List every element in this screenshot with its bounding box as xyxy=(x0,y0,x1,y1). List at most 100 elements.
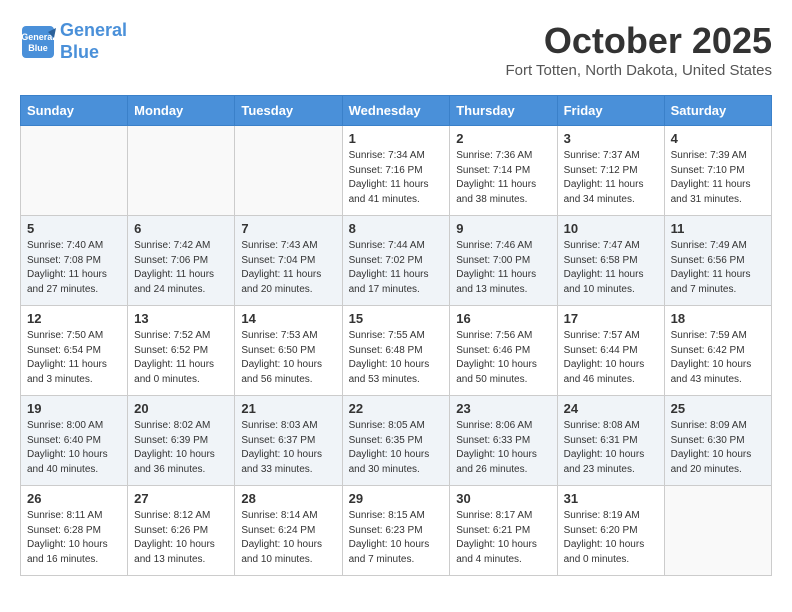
weekday-header-saturday: Saturday xyxy=(664,96,771,126)
day-number: 24 xyxy=(564,401,658,416)
day-number: 2 xyxy=(456,131,550,146)
day-number: 3 xyxy=(564,131,658,146)
day-number: 15 xyxy=(349,311,444,326)
calendar-cell: 26 Sunrise: 8:11 AM Sunset: 6:28 PM Dayli… xyxy=(21,486,128,576)
location-title: Fort Totten, North Dakota, United States xyxy=(505,62,772,79)
weekday-header-sunday: Sunday xyxy=(21,96,128,126)
day-number: 10 xyxy=(564,221,658,236)
day-number: 18 xyxy=(671,311,765,326)
calendar-cell: 27 Sunrise: 8:12 AM Sunset: 6:26 PM Dayli… xyxy=(128,486,235,576)
cell-details: Sunrise: 7:59 AM Sunset: 6:42 PM Dayligh… xyxy=(671,329,765,387)
day-number: 9 xyxy=(456,221,550,236)
weekday-header-friday: Friday xyxy=(557,96,664,126)
cell-details: Sunrise: 8:09 AM Sunset: 6:30 PM Dayligh… xyxy=(671,419,765,477)
day-number: 26 xyxy=(27,491,121,506)
day-number: 11 xyxy=(671,221,765,236)
cell-details: Sunrise: 7:52 AM Sunset: 6:52 PM Dayligh… xyxy=(134,329,228,387)
calendar-week-row: 19Sunrise: 8:00 AM Sunset: 6:40 PM Dayli… xyxy=(21,396,772,486)
cell-details: Sunrise: 7:40 AM Sunset: 7:08 PM Dayligh… xyxy=(27,239,121,297)
cell-details: Sunrise: 7:42 AM Sunset: 7:06 PM Dayligh… xyxy=(134,239,228,297)
day-number: 14 xyxy=(241,311,335,326)
calendar-cell: 20Sunrise: 8:02 AM Sunset: 6:39 PM Dayli… xyxy=(128,396,235,486)
calendar-cell: 18 Sunrise: 7:59 AM Sunset: 6:42 PM Dayli… xyxy=(664,306,771,396)
title-block: October 2025 Fort Totten, North Dakota, … xyxy=(505,20,772,79)
day-number: 31 xyxy=(564,491,658,506)
calendar-table: SundayMondayTuesdayWednesdayThursdayFrid… xyxy=(20,95,772,576)
day-number: 28 xyxy=(241,491,335,506)
weekday-header-wednesday: Wednesday xyxy=(342,96,450,126)
day-number: 17 xyxy=(564,311,658,326)
calendar-cell: 9Sunrise: 7:46 AM Sunset: 7:00 PM Daylig… xyxy=(450,216,557,306)
weekday-header-monday: Monday xyxy=(128,96,235,126)
calendar-week-row: 1Sunrise: 7:34 AM Sunset: 7:16 PM Daylig… xyxy=(21,126,772,216)
cell-details: Sunrise: 8:02 AM Sunset: 6:39 PM Dayligh… xyxy=(134,419,228,477)
cell-details: Sunrise: 8:14 AM Sunset: 6:24 PM Dayligh… xyxy=(241,509,335,567)
day-number: 16 xyxy=(456,311,550,326)
day-number: 4 xyxy=(671,131,765,146)
calendar-cell: 13 Sunrise: 7:52 AM Sunset: 6:52 PM Dayli… xyxy=(128,306,235,396)
day-number: 8 xyxy=(349,221,444,236)
day-number: 5 xyxy=(27,221,121,236)
day-number: 6 xyxy=(134,221,228,236)
calendar-cell: 1Sunrise: 7:34 AM Sunset: 7:16 PM Daylig… xyxy=(342,126,450,216)
cell-details: Sunrise: 7:44 AM Sunset: 7:02 PM Dayligh… xyxy=(349,239,444,297)
calendar-cell: 10 Sunrise: 7:47 AM Sunset: 6:58 PM Dayli… xyxy=(557,216,664,306)
calendar-cell: 24Sunrise: 8:08 AM Sunset: 6:31 PM Dayli… xyxy=(557,396,664,486)
calendar-cell: 5 Sunrise: 7:40 AM Sunset: 7:08 PM Daylig… xyxy=(21,216,128,306)
cell-details: Sunrise: 7:34 AM Sunset: 7:16 PM Dayligh… xyxy=(349,149,444,207)
cell-details: Sunrise: 8:06 AM Sunset: 6:33 PM Dayligh… xyxy=(456,419,550,477)
calendar-cell: 2 Sunrise: 7:36 AM Sunset: 7:14 PM Daylig… xyxy=(450,126,557,216)
cell-details: Sunrise: 8:05 AM Sunset: 6:35 PM Dayligh… xyxy=(349,419,444,477)
calendar-cell: 7Sunrise: 7:43 AM Sunset: 7:04 PM Daylig… xyxy=(235,216,342,306)
cell-details: Sunrise: 7:37 AM Sunset: 7:12 PM Dayligh… xyxy=(564,149,658,207)
calendar-week-row: 5 Sunrise: 7:40 AM Sunset: 7:08 PM Daylig… xyxy=(21,216,772,306)
calendar-cell xyxy=(664,486,771,576)
cell-details: Sunrise: 7:36 AM Sunset: 7:14 PM Dayligh… xyxy=(456,149,550,207)
weekday-header-tuesday: Tuesday xyxy=(235,96,342,126)
day-number: 19 xyxy=(27,401,121,416)
calendar-cell: 4 Sunrise: 7:39 AM Sunset: 7:10 PM Daylig… xyxy=(664,126,771,216)
calendar-cell: 17Sunrise: 7:57 AM Sunset: 6:44 PM Dayli… xyxy=(557,306,664,396)
calendar-cell: 14Sunrise: 7:53 AM Sunset: 6:50 PM Dayli… xyxy=(235,306,342,396)
month-title: October 2025 xyxy=(505,20,772,62)
page-header: General Blue General Blue October 2025 F… xyxy=(20,20,772,79)
day-number: 27 xyxy=(134,491,228,506)
calendar-cell: 6 Sunrise: 7:42 AM Sunset: 7:06 PM Daylig… xyxy=(128,216,235,306)
day-number: 21 xyxy=(241,401,335,416)
logo-icon: General Blue xyxy=(20,24,56,60)
calendar-cell: 28 Sunrise: 8:14 AM Sunset: 6:24 PM Dayli… xyxy=(235,486,342,576)
cell-details: Sunrise: 7:39 AM Sunset: 7:10 PM Dayligh… xyxy=(671,149,765,207)
day-number: 7 xyxy=(241,221,335,236)
cell-details: Sunrise: 7:47 AM Sunset: 6:58 PM Dayligh… xyxy=(564,239,658,297)
calendar-cell: 11 Sunrise: 7:49 AM Sunset: 6:56 PM Dayli… xyxy=(664,216,771,306)
cell-details: Sunrise: 8:12 AM Sunset: 6:26 PM Dayligh… xyxy=(134,509,228,567)
calendar-cell: 29 Sunrise: 8:15 AM Sunset: 6:23 PM Dayli… xyxy=(342,486,450,576)
calendar-week-row: 12Sunrise: 7:50 AM Sunset: 6:54 PM Dayli… xyxy=(21,306,772,396)
logo: General Blue General Blue xyxy=(20,20,127,63)
logo-text: General Blue xyxy=(60,20,127,63)
day-number: 29 xyxy=(349,491,444,506)
cell-details: Sunrise: 7:56 AM Sunset: 6:46 PM Dayligh… xyxy=(456,329,550,387)
calendar-cell: 31 Sunrise: 8:19 AM Sunset: 6:20 PM Dayli… xyxy=(557,486,664,576)
calendar-cell xyxy=(128,126,235,216)
cell-details: Sunrise: 8:11 AM Sunset: 6:28 PM Dayligh… xyxy=(27,509,121,567)
weekday-header-thursday: Thursday xyxy=(450,96,557,126)
calendar-cell: 15Sunrise: 7:55 AM Sunset: 6:48 PM Dayli… xyxy=(342,306,450,396)
cell-details: Sunrise: 8:19 AM Sunset: 6:20 PM Dayligh… xyxy=(564,509,658,567)
calendar-cell: 12Sunrise: 7:50 AM Sunset: 6:54 PM Dayli… xyxy=(21,306,128,396)
calendar-cell: 21 Sunrise: 8:03 AM Sunset: 6:37 PM Dayli… xyxy=(235,396,342,486)
day-number: 22 xyxy=(349,401,444,416)
day-number: 12 xyxy=(27,311,121,326)
logo-line1: General xyxy=(60,20,127,40)
day-number: 13 xyxy=(134,311,228,326)
cell-details: Sunrise: 8:03 AM Sunset: 6:37 PM Dayligh… xyxy=(241,419,335,477)
day-number: 30 xyxy=(456,491,550,506)
calendar-week-row: 26 Sunrise: 8:11 AM Sunset: 6:28 PM Dayli… xyxy=(21,486,772,576)
cell-details: Sunrise: 8:17 AM Sunset: 6:21 PM Dayligh… xyxy=(456,509,550,567)
day-number: 23 xyxy=(456,401,550,416)
calendar-cell: 3 Sunrise: 7:37 AM Sunset: 7:12 PM Daylig… xyxy=(557,126,664,216)
calendar-cell xyxy=(235,126,342,216)
calendar-cell: 8 Sunrise: 7:44 AM Sunset: 7:02 PM Daylig… xyxy=(342,216,450,306)
cell-details: Sunrise: 8:15 AM Sunset: 6:23 PM Dayligh… xyxy=(349,509,444,567)
cell-details: Sunrise: 7:49 AM Sunset: 6:56 PM Dayligh… xyxy=(671,239,765,297)
